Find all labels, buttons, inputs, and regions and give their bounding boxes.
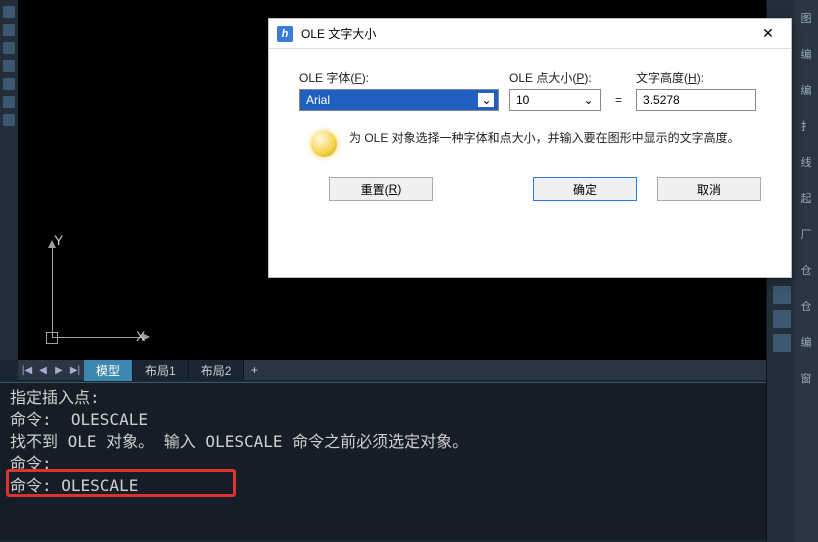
height-label: 文字高度(H): <box>636 69 756 86</box>
panel-label[interactable]: 线 <box>801 154 812 170</box>
ok-button[interactable]: 确定 <box>533 177 637 201</box>
dialog-titlebar[interactable]: h OLE 文字大小 ✕ <box>269 19 791 49</box>
command-line: 找不到 OLE 对象。 输入 OLESCALE 命令之前必须选定对象。 <box>10 431 784 453</box>
size-field-group: OLE 点大小(P): 10 ⌄ <box>509 69 601 111</box>
tab-add-button[interactable]: + <box>244 361 264 379</box>
ucs-origin <box>46 332 58 344</box>
app-icon: h <box>277 26 293 42</box>
dialog-body: OLE 字体(F): Arial ⌄ OLE 点大小(P): 10 ⌄ = <box>269 49 791 211</box>
panel-label[interactable]: 扌 <box>801 118 812 134</box>
command-line: 命令: OLESCALE <box>10 475 784 497</box>
command-line: 指定插入点: <box>10 387 784 409</box>
command-line: 命令: <box>10 453 784 475</box>
tool-icon[interactable] <box>3 60 15 72</box>
size-combobox[interactable]: 10 ⌄ <box>509 89 601 111</box>
tab-nav: |◀ ◀ ▶ ▶| <box>18 363 84 377</box>
panel-label[interactable]: 窗 <box>801 370 812 386</box>
tip-row: 为 OLE 对象选择一种字体和点大小，并输入要在图形中显示的文字高度。 <box>311 129 761 157</box>
size-value: 10 <box>514 93 580 107</box>
chevron-down-icon[interactable]: ⌄ <box>580 93 596 107</box>
font-label: OLE 字体(F): <box>299 69 499 86</box>
panel-label[interactable]: 编 <box>801 82 812 98</box>
left-toolbar <box>0 0 18 360</box>
font-combobox[interactable]: Arial ⌄ <box>299 89 499 111</box>
panel-label[interactable]: 仓 <box>801 262 812 278</box>
tool-icon[interactable] <box>3 24 15 36</box>
height-input[interactable] <box>636 89 756 111</box>
equals-label: = <box>611 93 626 111</box>
tab-first-icon[interactable]: |◀ <box>20 363 34 377</box>
dock-icon[interactable] <box>773 310 791 328</box>
tool-icon[interactable] <box>3 114 15 126</box>
fields-row: OLE 字体(F): Arial ⌄ OLE 点大小(P): 10 ⌄ = <box>299 69 761 111</box>
height-field-group: 文字高度(H): <box>636 69 756 111</box>
layout-tabs: |◀ ◀ ▶ ▶| 模型 布局1 布局2 + <box>18 360 766 380</box>
close-icon[interactable]: ✕ <box>753 22 783 46</box>
cancel-button[interactable]: 取消 <box>657 177 761 201</box>
panel-label[interactable]: 编 <box>801 334 812 350</box>
tab-last-icon[interactable]: ▶| <box>68 363 82 377</box>
tab-next-icon[interactable]: ▶ <box>52 363 66 377</box>
panel-label[interactable]: 编 <box>801 46 812 62</box>
panel-label[interactable]: 仓 <box>801 298 812 314</box>
tab-prev-icon[interactable]: ◀ <box>36 363 50 377</box>
tab-layout1[interactable]: 布局1 <box>133 360 189 381</box>
dock-icon[interactable] <box>773 286 791 304</box>
panel-label[interactable]: 图 <box>801 10 812 26</box>
font-field-group: OLE 字体(F): Arial ⌄ <box>299 69 499 111</box>
tip-text: 为 OLE 对象选择一种字体和点大小，并输入要在图形中显示的文字高度。 <box>349 129 740 147</box>
tool-icon[interactable] <box>3 96 15 108</box>
tab-model[interactable]: 模型 <box>84 360 133 381</box>
x-label: X <box>136 328 145 344</box>
y-label: Y <box>54 232 63 248</box>
size-label: OLE 点大小(P): <box>509 69 601 86</box>
ucs-y-axis <box>52 248 53 338</box>
right-panel-labels: 图 编 编 扌 线 起 厂 仓 仓 编 窗 <box>794 0 818 542</box>
chevron-down-icon[interactable]: ⌄ <box>478 93 494 107</box>
command-history[interactable]: 指定插入点: 命令: OLESCALE 找不到 OLE 对象。 输入 OLESC… <box>0 382 794 540</box>
ucs-x-axis <box>52 337 142 338</box>
ole-text-size-dialog: h OLE 文字大小 ✕ OLE 字体(F): Arial ⌄ OLE 点大小(… <box>268 18 792 278</box>
dialog-buttons: 重置(R) 确定 取消 <box>299 177 761 201</box>
command-line: 命令: OLESCALE <box>10 409 784 431</box>
panel-label[interactable]: 厂 <box>801 226 812 242</box>
dock-icon[interactable] <box>773 334 791 352</box>
reset-button[interactable]: 重置(R) <box>329 177 433 201</box>
tool-icon[interactable] <box>3 6 15 18</box>
panel-label[interactable]: 起 <box>801 190 812 206</box>
lightbulb-icon <box>311 131 337 157</box>
tool-icon[interactable] <box>3 78 15 90</box>
tab-layout2[interactable]: 布局2 <box>189 360 245 381</box>
dialog-title-text: OLE 文字大小 <box>301 25 376 42</box>
tool-icon[interactable] <box>3 42 15 54</box>
font-value: Arial <box>304 93 478 107</box>
